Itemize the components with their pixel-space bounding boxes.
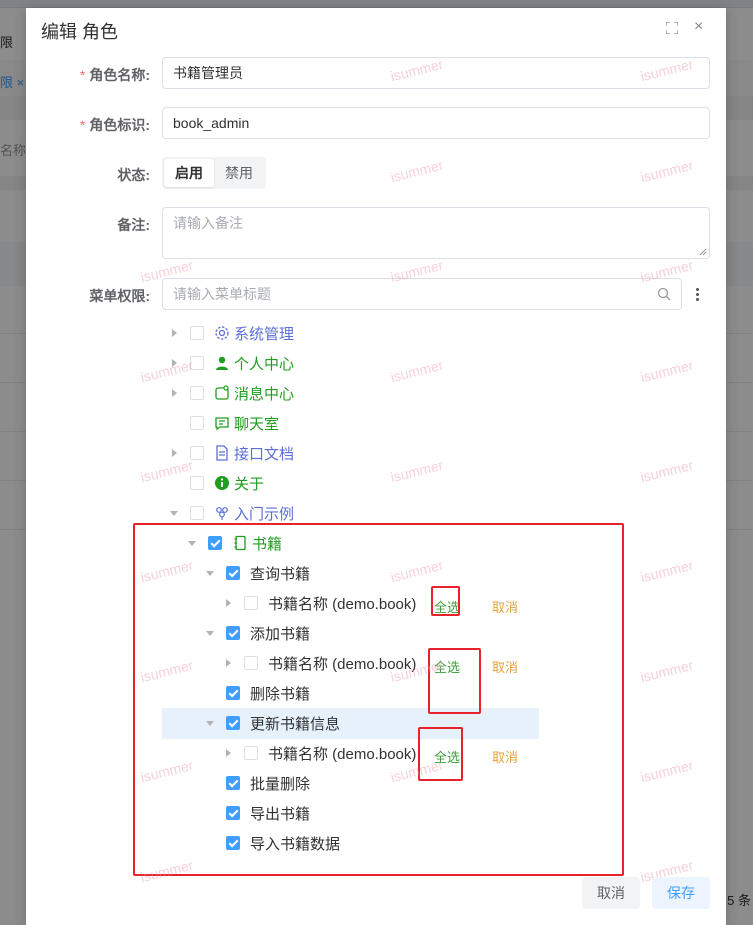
role-name-input[interactable]: 书籍管理员 [162,57,710,89]
status-segmented-control: 启用 禁用 [162,157,266,189]
tree-node-label: 消息中心 [234,385,295,403]
tree-node-messages[interactable]: 消息中心 [168,378,294,408]
role-key-label: * 角色标识: [79,117,150,133]
tree-checkbox[interactable] [190,386,204,400]
annotation-box [133,523,624,876]
tree-checkbox[interactable] [190,416,204,430]
watermark: isummer [388,156,445,186]
expand-caret-icon[interactable] [168,446,182,460]
dialog-title: 编辑 角色 [41,22,119,42]
watermark: isummer [388,456,445,486]
annotation-box [418,727,463,781]
watermark: isummer [638,356,695,386]
message-icon [215,385,229,400]
tree-node-chat[interactable]: 聊天室 [168,408,279,438]
save-button[interactable]: 保存 [652,877,710,909]
edit-role-dialog: 编辑 角色 × * 角色名称: 书籍管理员 * 角色标识: book_admin 状… [26,8,726,925]
cancel-button[interactable]: 取消 [582,877,640,909]
expand-caret-icon[interactable] [168,356,182,370]
tree-node-api-docs[interactable]: 接口文档 [168,438,294,468]
gear-icon [215,326,229,340]
annotation-box [428,648,481,714]
tree-checkbox[interactable] [190,476,204,490]
role-key-input[interactable]: book_admin [162,107,710,139]
menu-search-placeholder: 请输入菜单标题 [173,286,271,302]
tree-node-label: 聊天室 [234,415,280,433]
annotation-box [431,586,460,616]
close-icon[interactable]: × [694,18,703,36]
collapse-caret-icon[interactable] [168,506,182,520]
tree-checkbox[interactable] [190,446,204,460]
user-icon [216,356,228,370]
tree-checkbox[interactable] [190,356,204,370]
status-label: 状态: [117,167,150,183]
tree-node-profile[interactable]: 个人中心 [168,348,294,378]
document-icon [216,445,228,461]
expand-caret-icon[interactable] [168,326,182,340]
tree-node-about[interactable]: 关于 [168,468,264,498]
status-option-enabled[interactable]: 启用 [164,159,214,187]
remark-placeholder: 请输入备注 [173,215,243,231]
tree-checkbox[interactable] [190,506,204,520]
expand-caret-icon[interactable] [168,386,182,400]
more-options-icon[interactable] [692,287,702,303]
tree-node-system[interactable]: 系统管理 [168,318,294,348]
info-icon [215,476,229,490]
status-option-disabled[interactable]: 禁用 [214,159,264,187]
remark-textarea[interactable]: 请输入备注 [162,207,710,259]
search-icon[interactable] [657,287,671,301]
tree-node-label: 入门示例 [234,505,295,523]
tree-checkbox[interactable] [190,326,204,340]
watermark: isummer [638,156,695,186]
chat-icon [215,417,229,431]
menu-search-input[interactable]: 请输入菜单标题 [162,278,682,310]
role-name-label: * 角色名称: [79,67,150,83]
tree-node-label: 接口文档 [234,445,295,463]
tree-node-label: 系统管理 [234,325,295,343]
tree-node-label: 个人中心 [234,355,295,373]
watermark: isummer [638,756,695,786]
watermark: isummer [638,456,695,486]
resize-grip-icon[interactable] [699,248,707,256]
watermark: isummer [638,656,695,686]
watermark: isummer [388,356,445,386]
menu-permission-label: 菜单权限: [89,288,150,304]
grape-icon [216,507,228,520]
tree-node-label: 关于 [234,475,265,493]
watermark: isummer [638,556,695,586]
remark-label: 备注: [117,217,150,233]
fullscreen-icon[interactable] [666,22,678,34]
